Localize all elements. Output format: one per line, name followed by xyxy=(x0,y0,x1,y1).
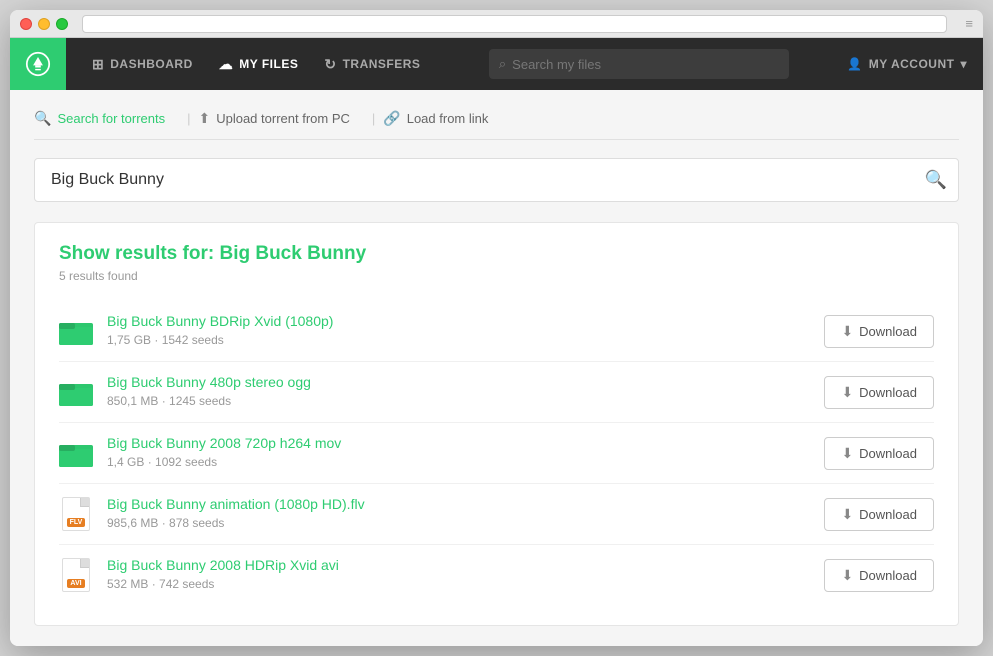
subnav-search-torrents[interactable]: 🔍 Search for torrents xyxy=(34,110,179,127)
results-list: Big Buck Bunny BDRip Xvid (1080p) 1,75 G… xyxy=(59,301,934,605)
download-icon: ⬇ xyxy=(841,506,853,523)
result-meta: 1,75 GB · 1542 seeds xyxy=(107,333,224,347)
dashboard-icon: ⊞ xyxy=(92,56,104,73)
file-icon: FLV xyxy=(59,497,93,531)
result-info: Big Buck Bunny 2008 720p h264 mov 1,4 GB… xyxy=(107,435,810,471)
close-button[interactable] xyxy=(20,18,32,30)
folder-icon xyxy=(59,375,93,409)
folder-svg xyxy=(59,317,93,345)
download-label: Download xyxy=(859,568,917,583)
results-count: 5 results found xyxy=(59,269,934,283)
result-info: Big Buck Bunny 480p stereo ogg 850,1 MB … xyxy=(107,374,810,410)
download-label: Download xyxy=(859,385,917,400)
result-info: Big Buck Bunny animation (1080p HD).flv … xyxy=(107,496,810,532)
result-meta: 532 MB · 742 seeds xyxy=(107,577,214,591)
result-item: Big Buck Bunny 2008 720p h264 mov 1,4 GB… xyxy=(59,423,934,484)
download-icon: ⬇ xyxy=(841,384,853,401)
nav-dashboard[interactable]: ⊞ Dashboard xyxy=(82,50,203,79)
download-icon: ⬇ xyxy=(841,567,853,584)
folder-svg xyxy=(59,439,93,467)
result-name[interactable]: Big Buck Bunny 2008 HDRip Xvid avi xyxy=(107,557,810,573)
sub-nav-sep-1: | xyxy=(187,111,190,126)
results-container: Show results for: Big Buck Bunny 5 resul… xyxy=(34,222,959,626)
menu-icon[interactable]: ≡ xyxy=(965,16,973,31)
logo[interactable] xyxy=(10,38,66,90)
nav-transfers[interactable]: ↻ Transfers xyxy=(314,50,430,79)
torrent-search-input[interactable] xyxy=(34,158,959,202)
title-bar: ≡ xyxy=(10,10,983,38)
result-meta: 1,4 GB · 1092 seeds xyxy=(107,455,217,469)
download-label: Download xyxy=(859,507,917,522)
navbar-search-wrap: ⌕ xyxy=(489,49,789,79)
result-item: Big Buck Bunny 480p stereo ogg 850,1 MB … xyxy=(59,362,934,423)
result-item: FLV Big Buck Bunny animation (1080p HD).… xyxy=(59,484,934,545)
download-label: Download xyxy=(859,324,917,339)
download-button[interactable]: ⬇ Download xyxy=(824,437,934,470)
maximize-button[interactable] xyxy=(56,18,68,30)
download-label: Download xyxy=(859,446,917,461)
minimize-button[interactable] xyxy=(38,18,50,30)
file-icon: AVI xyxy=(59,558,93,592)
navbar-search: ⌕ xyxy=(446,49,831,79)
navbar-search-icon: ⌕ xyxy=(499,56,506,72)
search-torrents-icon: 🔍 xyxy=(34,110,51,127)
nav-account[interactable]: 👤 My Account ▾ xyxy=(831,57,983,71)
result-name[interactable]: Big Buck Bunny 480p stereo ogg xyxy=(107,374,810,390)
folder-icon xyxy=(59,314,93,348)
result-item: Big Buck Bunny BDRip Xvid (1080p) 1,75 G… xyxy=(59,301,934,362)
download-button[interactable]: ⬇ Download xyxy=(824,315,934,348)
title-bar-icons: ≡ xyxy=(965,16,973,31)
download-button[interactable]: ⬇ Download xyxy=(824,376,934,409)
folder-svg xyxy=(59,378,93,406)
sub-nav: 🔍 Search for torrents | ⬆ Upload torrent… xyxy=(34,110,959,140)
result-name[interactable]: Big Buck Bunny animation (1080p HD).flv xyxy=(107,496,810,512)
result-name[interactable]: Big Buck Bunny BDRip Xvid (1080p) xyxy=(107,313,810,329)
torrent-search-button[interactable]: 🔍 xyxy=(925,170,947,191)
folder-icon xyxy=(59,436,93,470)
load-link-icon: 🔗 xyxy=(383,110,400,127)
result-info: Big Buck Bunny BDRip Xvid (1080p) 1,75 G… xyxy=(107,313,810,349)
main-content: 🔍 Search for torrents | ⬆ Upload torrent… xyxy=(10,90,983,646)
result-meta: 850,1 MB · 1245 seeds xyxy=(107,394,231,408)
url-bar[interactable] xyxy=(82,15,947,33)
result-info: Big Buck Bunny 2008 HDRip Xvid avi 532 M… xyxy=(107,557,810,593)
logo-icon xyxy=(24,50,52,78)
nav-myfiles[interactable]: ☁ My Files xyxy=(209,50,309,79)
navbar: ⊞ Dashboard ☁ My Files ↻ Transfers ⌕ 👤 M… xyxy=(10,38,983,90)
transfers-icon: ↻ xyxy=(324,56,336,73)
torrent-search-wrap: 🔍 xyxy=(34,158,959,202)
download-button[interactable]: ⬇ Download xyxy=(824,559,934,592)
results-title: Show results for: Big Buck Bunny xyxy=(59,243,934,265)
result-item: AVI Big Buck Bunny 2008 HDRip Xvid avi 5… xyxy=(59,545,934,605)
download-icon: ⬇ xyxy=(841,323,853,340)
myfiles-icon: ☁ xyxy=(219,56,234,73)
sub-nav-sep-2: | xyxy=(372,111,375,126)
subnav-load-link[interactable]: 🔗 Load from link xyxy=(383,110,502,127)
account-icon: 👤 xyxy=(847,57,862,71)
nav-links: ⊞ Dashboard ☁ My Files ↻ Transfers xyxy=(66,50,446,79)
app-window: ≡ ⊞ Dashboard ☁ My Files ↻ Transfers xyxy=(10,10,983,646)
download-icon: ⬇ xyxy=(841,445,853,462)
subnav-upload-torrent[interactable]: ⬆ Upload torrent from PC xyxy=(198,110,363,127)
navbar-search-input[interactable] xyxy=(512,57,779,72)
upload-torrent-icon: ⬆ xyxy=(198,110,210,127)
result-name[interactable]: Big Buck Bunny 2008 720p h264 mov xyxy=(107,435,810,451)
account-chevron-icon: ▾ xyxy=(960,57,967,71)
download-button[interactable]: ⬇ Download xyxy=(824,498,934,531)
